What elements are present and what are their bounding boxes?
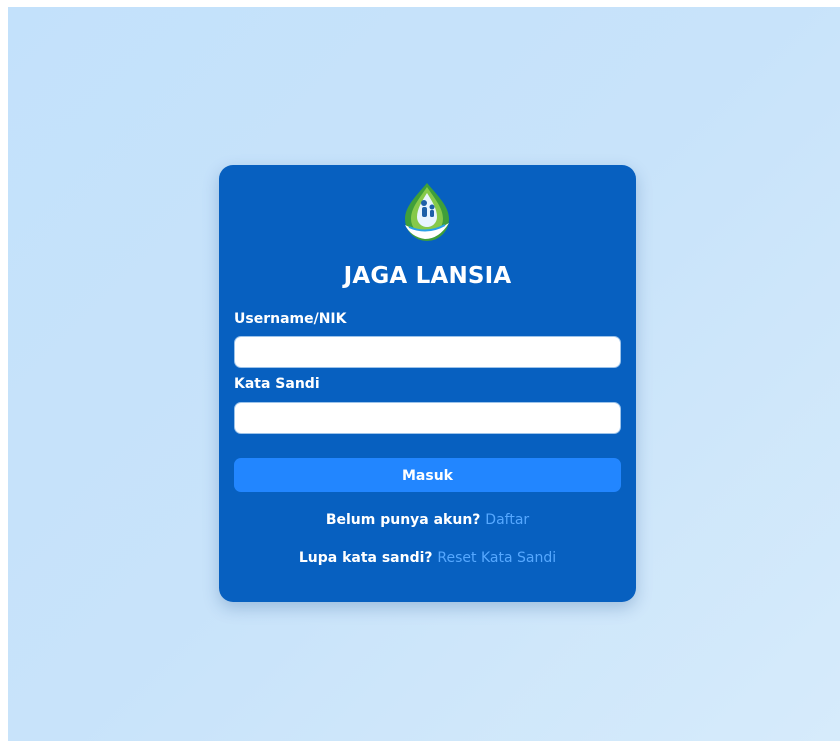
jaga-lansia-logo-icon xyxy=(405,183,449,241)
app-title: JAGA LANSIA xyxy=(343,263,512,289)
reset-row: Lupa kata sandi? Reset Kata Sandi xyxy=(219,550,636,566)
reset-prompt: Lupa kata sandi? xyxy=(298,550,433,566)
password-input[interactable] xyxy=(234,402,621,434)
register-link[interactable]: Daftar xyxy=(485,512,529,528)
register-prompt: Belum punya akun? xyxy=(325,512,481,528)
register-row: Belum punya akun? Daftar xyxy=(219,512,636,528)
username-input[interactable] xyxy=(234,336,621,368)
password-label: Kata Sandi xyxy=(234,376,320,392)
reset-password-link[interactable]: Reset Kata Sandi xyxy=(437,550,556,566)
page-background: JAGA LANSIA Username/NIK Kata Sandi Masu… xyxy=(8,7,840,741)
username-label: Username/NIK xyxy=(234,311,347,327)
login-button[interactable]: Masuk xyxy=(234,458,621,492)
login-card: JAGA LANSIA Username/NIK Kata Sandi Masu… xyxy=(219,165,636,602)
